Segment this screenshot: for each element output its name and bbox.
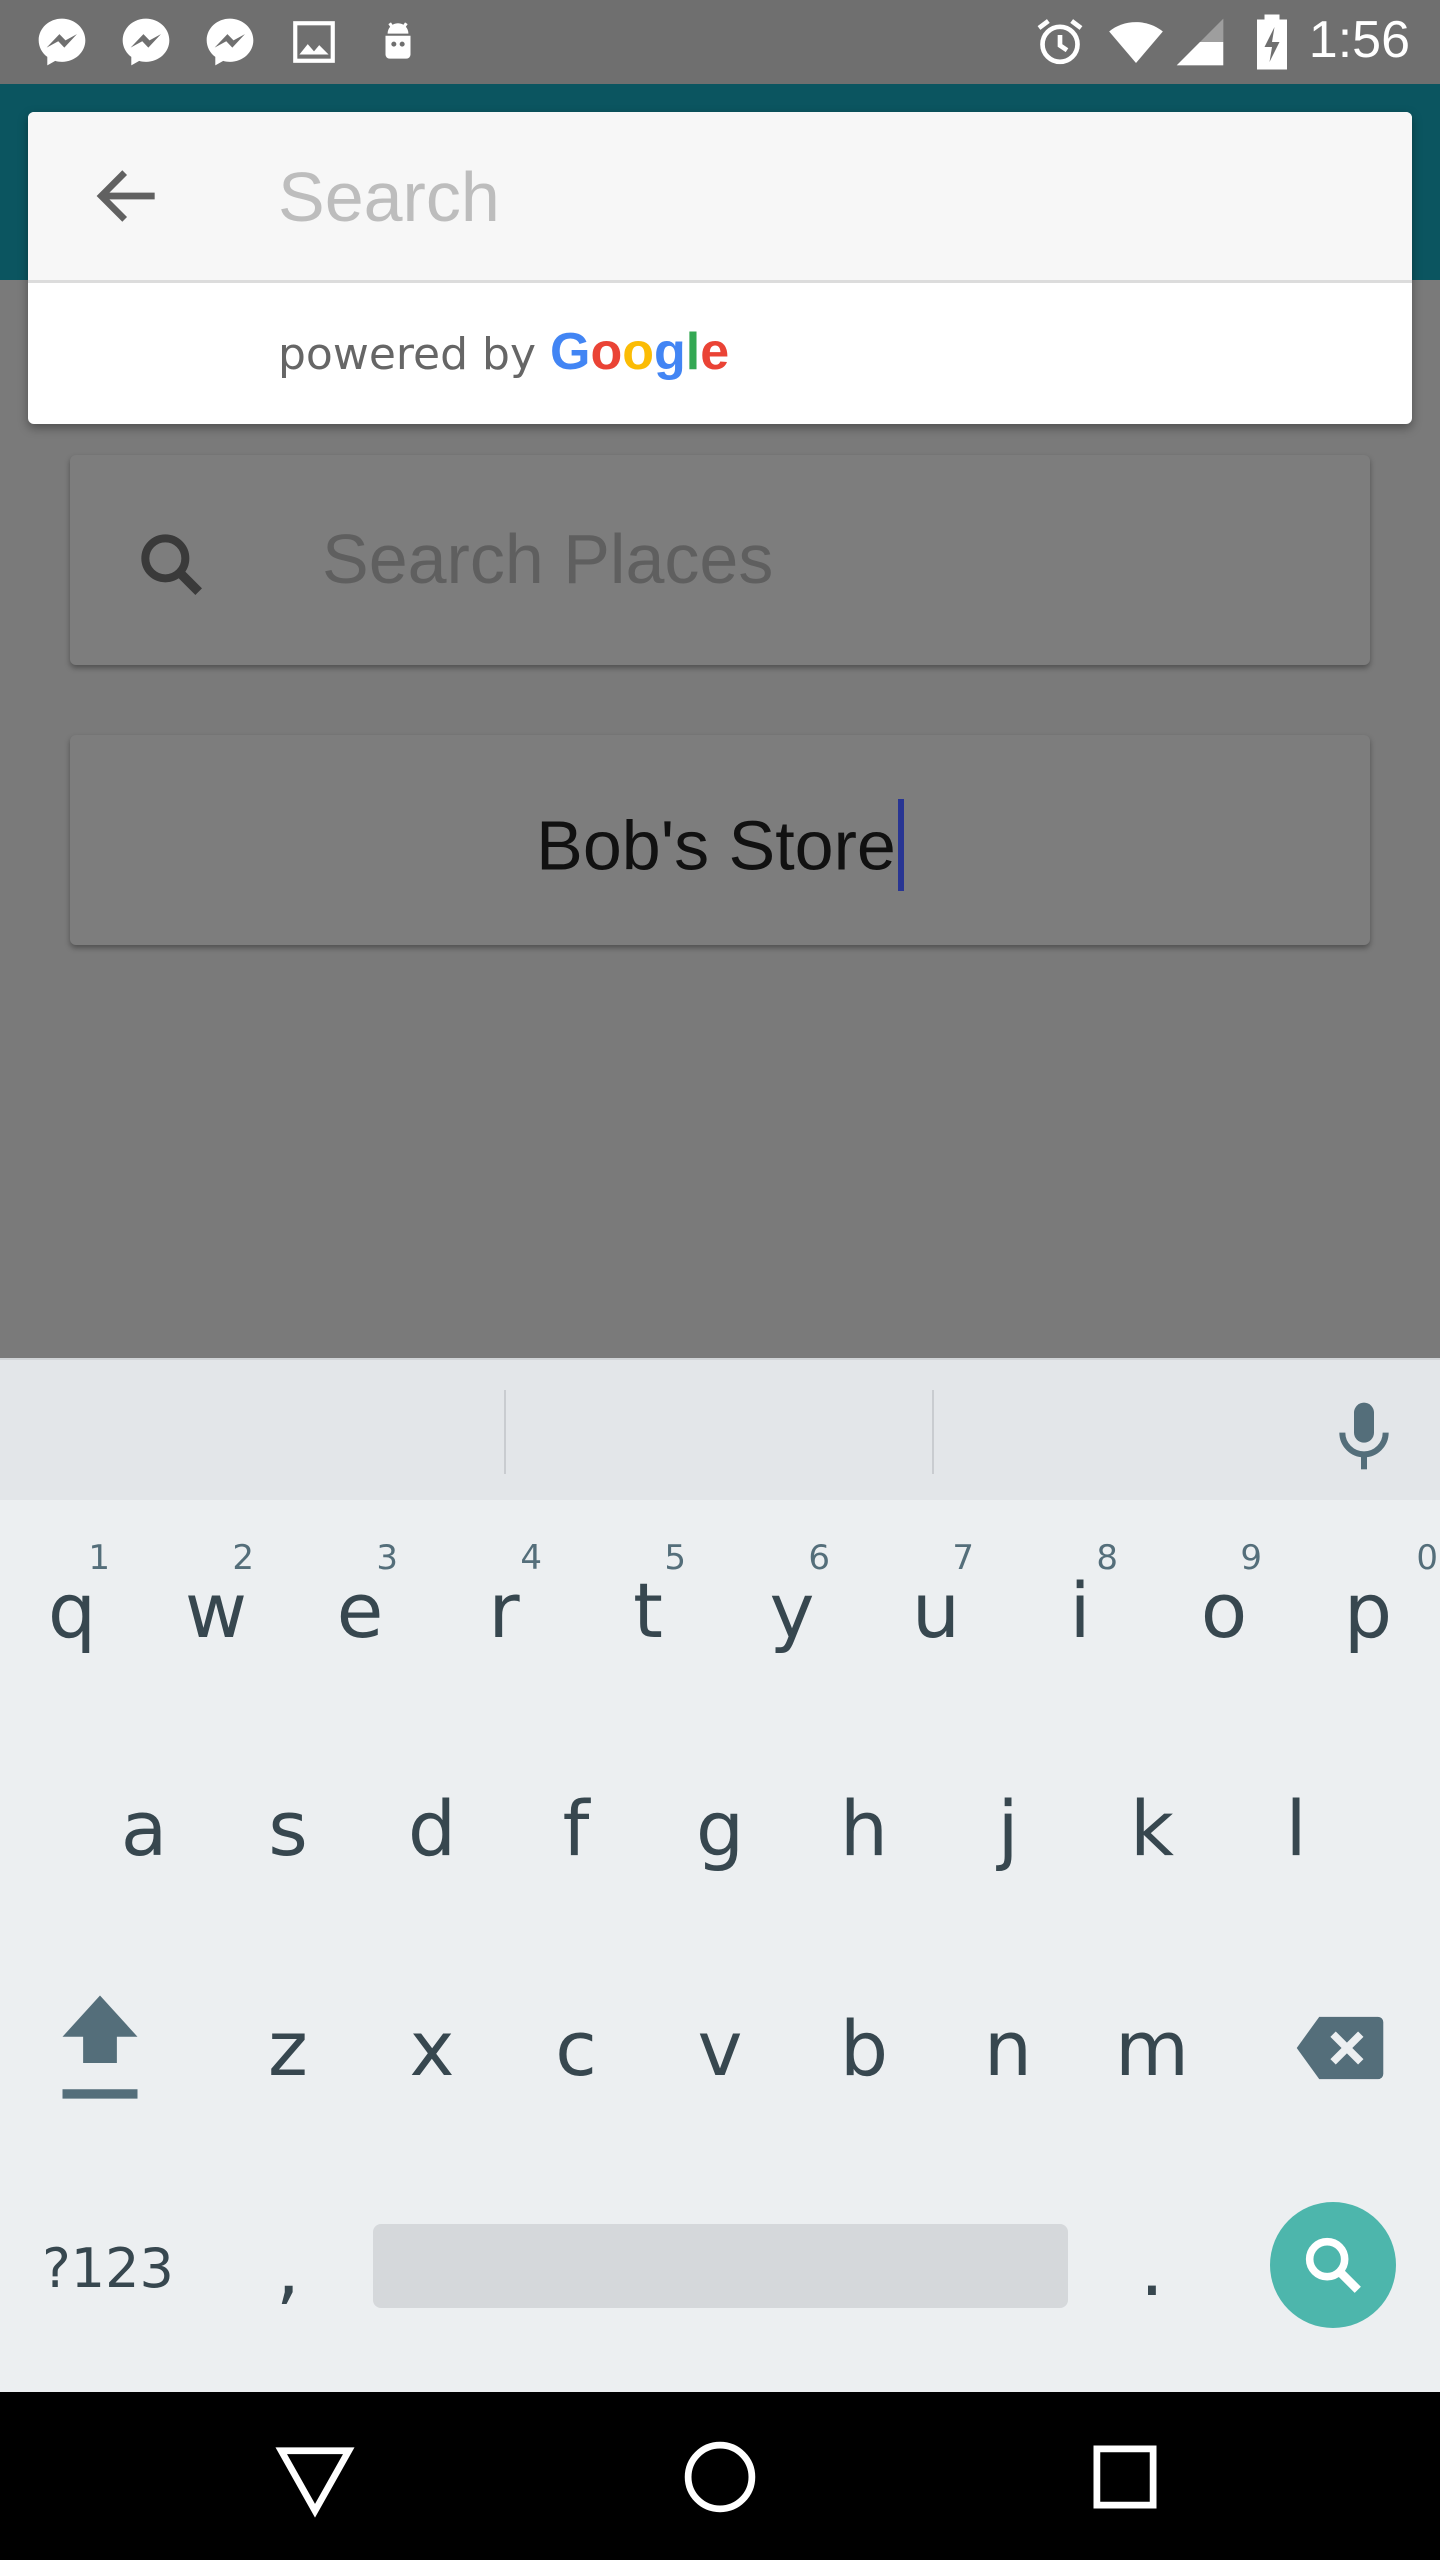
recents-square-icon[interactable] bbox=[1080, 2432, 1170, 2522]
key-r[interactable]: 4r bbox=[432, 1530, 576, 1690]
key-h[interactable]: h bbox=[792, 1748, 936, 1908]
store-name-value: Bob's Store bbox=[536, 806, 896, 885]
key-c[interactable]: c bbox=[504, 1968, 648, 2128]
key-g[interactable]: g bbox=[648, 1748, 792, 1908]
key-e[interactable]: 3e bbox=[288, 1530, 432, 1690]
space-bar[interactable] bbox=[373, 2224, 1068, 2308]
search-icon bbox=[132, 525, 212, 605]
powered-by-google: powered by Google bbox=[278, 322, 729, 382]
wifi-icon bbox=[1108, 14, 1164, 70]
comma-key[interactable]: , bbox=[216, 2188, 360, 2348]
soft-keyboard: 1q 2w 3e 4r 5t 6y 7u 8i 9o 0p a s d f g … bbox=[0, 1358, 1440, 2392]
key-a[interactable]: a bbox=[72, 1748, 216, 1908]
messenger-icon bbox=[118, 14, 174, 70]
symbols-key[interactable]: ?123 bbox=[36, 2188, 180, 2348]
key-n[interactable]: n bbox=[936, 1968, 1080, 2128]
home-circle-icon[interactable] bbox=[675, 2432, 765, 2522]
alarm-icon bbox=[1032, 14, 1088, 70]
shift-key[interactable] bbox=[28, 1968, 172, 2128]
backspace-icon bbox=[1296, 2016, 1384, 2080]
backspace-key[interactable] bbox=[1268, 1968, 1412, 2128]
search-action-key[interactable] bbox=[1270, 2202, 1396, 2328]
key-f[interactable]: f bbox=[504, 1748, 648, 1908]
search-places-placeholder: Search Places bbox=[322, 520, 774, 598]
key-j[interactable]: j bbox=[936, 1748, 1080, 1908]
messenger-icon bbox=[202, 14, 258, 70]
store-name-field[interactable]: Bob's Store bbox=[70, 799, 1370, 897]
key-t[interactable]: 5t bbox=[576, 1530, 720, 1690]
key-o[interactable]: 9o bbox=[1152, 1530, 1296, 1690]
key-i[interactable]: 8i bbox=[1008, 1530, 1152, 1690]
period-key[interactable]: . bbox=[1080, 2188, 1224, 2348]
google-logo: Google bbox=[549, 323, 730, 381]
status-time: 1:56 bbox=[1308, 11, 1410, 69]
autocomplete-search-bar bbox=[28, 112, 1412, 283]
key-m[interactable]: m bbox=[1080, 1968, 1224, 2128]
messenger-icon bbox=[34, 14, 90, 70]
key-z[interactable]: z bbox=[216, 1968, 360, 2128]
powered-by-label: powered by bbox=[278, 329, 536, 380]
key-p[interactable]: 0p bbox=[1296, 1530, 1440, 1690]
signal-icon bbox=[1172, 14, 1228, 70]
key-v[interactable]: v bbox=[648, 1968, 792, 2128]
battery-charging-icon bbox=[1244, 14, 1300, 70]
autocomplete-overlay: powered by Google bbox=[28, 112, 1412, 424]
store-name-card[interactable]: Bob's Store bbox=[70, 735, 1370, 945]
key-y[interactable]: 6y bbox=[720, 1530, 864, 1690]
image-icon bbox=[286, 14, 342, 70]
key-s[interactable]: s bbox=[216, 1748, 360, 1908]
navigation-bar bbox=[0, 2392, 1440, 2560]
key-q[interactable]: 1q bbox=[0, 1530, 144, 1690]
status-bar: 1:56 bbox=[0, 0, 1440, 84]
key-k[interactable]: k bbox=[1080, 1748, 1224, 1908]
suggestion-divider bbox=[504, 1390, 506, 1474]
android-icon bbox=[370, 14, 426, 70]
autocomplete-search-input[interactable] bbox=[278, 152, 1378, 242]
key-b[interactable]: b bbox=[792, 1968, 936, 2128]
key-u[interactable]: 7u bbox=[864, 1530, 1008, 1690]
suggestion-strip bbox=[0, 1358, 1440, 1500]
search-icon bbox=[1305, 2237, 1361, 2293]
suggestion-divider bbox=[932, 1390, 934, 1474]
text-caret bbox=[897, 799, 904, 891]
shift-icon bbox=[62, 1995, 138, 2099]
key-w[interactable]: 2w bbox=[144, 1530, 288, 1690]
key-l[interactable]: l bbox=[1224, 1748, 1368, 1908]
key-d[interactable]: d bbox=[360, 1748, 504, 1908]
search-places-card[interactable]: Search Places bbox=[70, 455, 1370, 665]
back-triangle-icon[interactable] bbox=[270, 2432, 360, 2522]
back-arrow-icon[interactable] bbox=[88, 156, 168, 236]
microphone-icon[interactable] bbox=[1324, 1396, 1404, 1476]
key-x[interactable]: x bbox=[360, 1968, 504, 2128]
